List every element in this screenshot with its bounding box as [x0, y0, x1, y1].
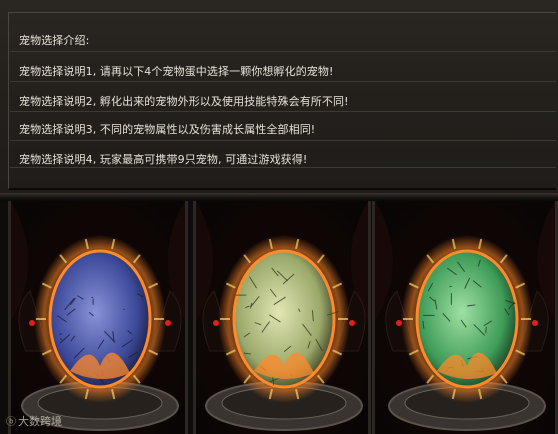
watermark-text: 大数跨境	[18, 415, 62, 428]
green-egg-illustration	[375, 201, 555, 434]
watermark-logo-icon: ⓑ	[6, 417, 16, 428]
pet-egg-card-blue[interactable]	[8, 201, 188, 434]
intro-line-4: 宠物选择说明4, 玩家最高可携带9只宠物, 可通过游戏获得!	[19, 153, 308, 166]
pet-egg-card-green[interactable]	[372, 201, 558, 434]
intro-heading: 宠物选择介绍:	[19, 34, 90, 47]
pet-intro-panel: 宠物选择介绍: 宠物选择说明1, 请再以下4个宠物蛋中选择一颗你想孵化的宠物! …	[0, 0, 558, 196]
intro-row-divider	[10, 26, 556, 52]
section-divider	[0, 193, 558, 201]
blue-egg-illustration	[11, 201, 185, 434]
intro-line-3: 宠物选择说明3, 不同的宠物属性以及伤害成长属性全部相同!	[19, 123, 316, 136]
yellow-green-egg-illustration	[196, 201, 368, 434]
intro-line-2: 宠物选择说明2, 孵化出来的宠物外形以及使用技能特殊会有所不同!	[19, 95, 349, 108]
watermark: ⓑ 大数跨境	[6, 413, 62, 429]
pet-egg-card-yellow-green[interactable]	[193, 201, 371, 434]
intro-line-1: 宠物选择说明1, 请再以下4个宠物蛋中选择一颗你想孵化的宠物!	[19, 65, 334, 78]
